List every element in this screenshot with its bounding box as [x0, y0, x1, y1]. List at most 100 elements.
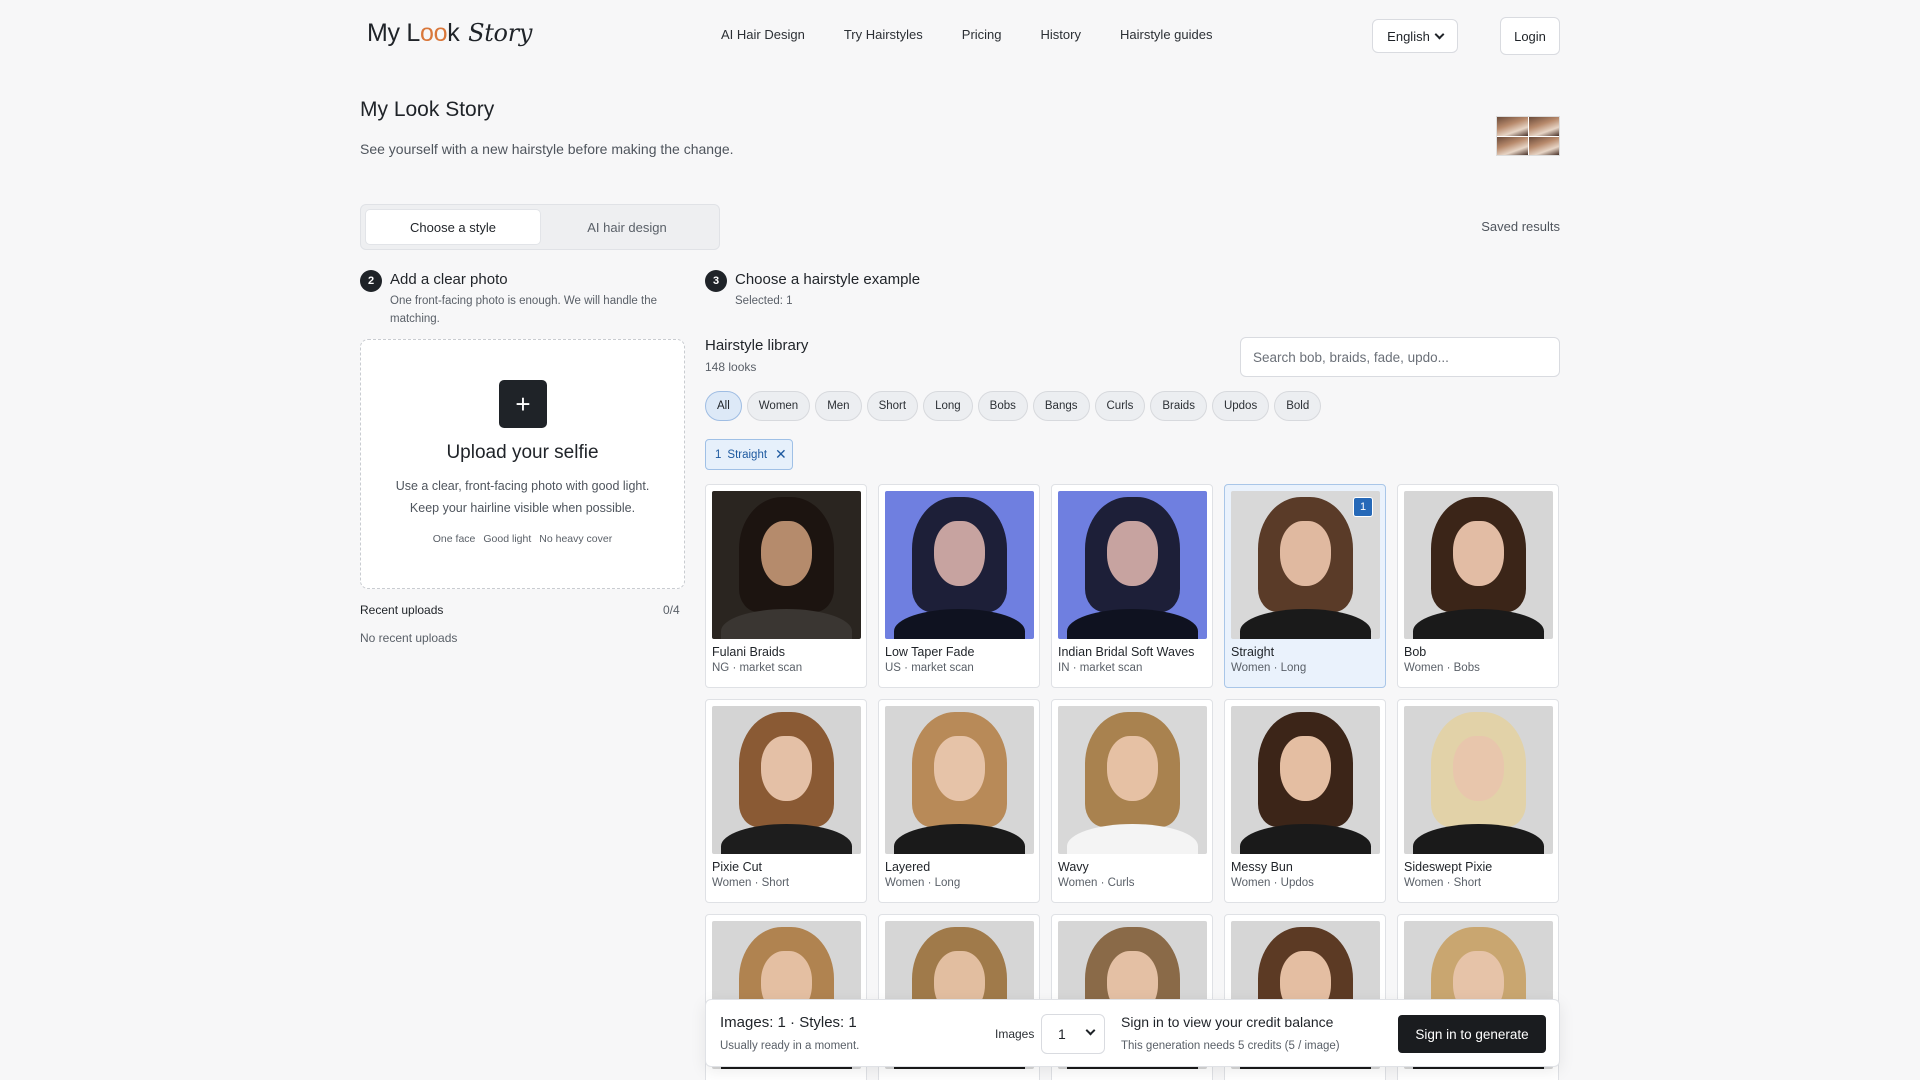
tab-ai-hair-design[interactable]: AI hair design: [540, 210, 714, 244]
hairstyle-meta: Women · Updos: [1231, 877, 1314, 889]
tab-choose-style[interactable]: Choose a style: [366, 210, 540, 244]
hairstyle-card[interactable]: Pixie Cut Women · Short: [705, 699, 867, 903]
hairstyle-card[interactable]: Bob Women · Bobs: [1397, 484, 1559, 688]
hairstyle-name: Fulani Braids: [712, 645, 785, 659]
search-input[interactable]: [1240, 337, 1560, 377]
credit-cost-info: This generation needs 5 credits (5 / ima…: [1121, 1040, 1340, 1052]
step-number-badge: 3: [705, 270, 727, 292]
step-number-badge: 2: [360, 270, 382, 292]
hairstyle-meta: Women · Curls: [1058, 877, 1135, 889]
hairstyle-name: Straight: [1231, 645, 1275, 659]
recent-uploads-count: 0/4: [663, 603, 680, 617]
filter-chip-updos[interactable]: Updos: [1211, 391, 1270, 421]
hairstyle-photo: [1058, 706, 1207, 854]
hairstyle-name: Pixie Cut: [712, 860, 763, 874]
hairstyle-photo: [712, 706, 861, 854]
hairstyle-photo: [712, 491, 861, 639]
step-description: One front-facing photo is enough. We wil…: [390, 295, 658, 325]
hairstyle-meta: Women · Bobs: [1404, 662, 1480, 674]
mode-tabs: Choose a style AI hair design: [360, 204, 720, 250]
filter-chip-long[interactable]: Long: [923, 391, 973, 421]
filter-chip-curls[interactable]: Curls: [1094, 391, 1146, 421]
hairstyle-meta: Women · Short: [1404, 877, 1482, 889]
filter-chip-women[interactable]: Women: [746, 391, 811, 421]
credit-balance-title: Sign in to view your credit balance: [1121, 1014, 1334, 1030]
images-label: Images: [995, 1027, 1035, 1041]
top-nav: My Look Story AI Hair Design Try Hairsty…: [360, 0, 1560, 72]
hairstyle-card[interactable]: Layered Women · Long: [878, 699, 1040, 903]
hairstyle-photo: [1058, 491, 1207, 639]
selected-pill-label: Straight: [727, 448, 768, 461]
hairstyle-photo: [885, 491, 1034, 639]
nav-link-history[interactable]: History: [1041, 27, 1081, 42]
nav-links: AI Hair Design Try Hairstyles Pricing Hi…: [721, 27, 1251, 42]
filter-chip-short[interactable]: Short: [866, 391, 919, 421]
images-count-select[interactable]: 1: [1041, 1014, 1105, 1054]
upload-dropzone[interactable]: + Upload your selfie Use a clear, front-…: [360, 339, 685, 589]
upload-tips: One face Good light No heavy cover: [361, 533, 684, 545]
chevron-down-icon: [1434, 29, 1445, 39]
filter-chip-braids[interactable]: Braids: [1150, 391, 1207, 421]
hairstyle-photo: [1404, 491, 1553, 639]
sign-in-to-generate-button[interactable]: Sign in to generate: [1398, 1015, 1546, 1053]
hairstyle-card[interactable]: Messy Bun Women · Updos: [1224, 699, 1386, 903]
filter-chip-bangs[interactable]: Bangs: [1032, 391, 1090, 421]
language-select[interactable]: English: [1372, 19, 1458, 53]
hairstyle-meta: Women · Long: [1231, 662, 1307, 674]
upload-title: Upload your selfie: [446, 442, 599, 463]
filter-chip-bold[interactable]: Bold: [1274, 391, 1322, 421]
nav-link-pricing[interactable]: Pricing: [962, 27, 1002, 42]
library-count: 148 looks: [705, 360, 757, 374]
hairstyle-name: Layered: [885, 860, 931, 874]
step-title: Choose a hairstyle example: [735, 271, 921, 288]
chevron-down-icon: [1085, 1025, 1096, 1036]
plus-icon[interactable]: +: [499, 380, 547, 428]
hairstyle-card[interactable]: Fulani Braids NG · market scan: [705, 484, 867, 688]
login-button[interactable]: Login: [1500, 17, 1560, 55]
close-icon[interactable]: ✕: [775, 446, 787, 463]
filter-chips: All Women Men Short Long Bobs Bangs Curls Braids…: [705, 391, 1322, 421]
generate-summary: Images: 1 · Styles: 1: [720, 1014, 857, 1031]
images-count-value: 1: [1058, 1026, 1066, 1042]
hairstyle-card[interactable]: Indian Bridal Soft Waves IN · market scan: [1051, 484, 1213, 688]
selected-count: Selected: 1: [735, 295, 793, 307]
language-label: English: [1387, 28, 1430, 44]
hairstyle-name: Bob: [1404, 645, 1427, 659]
upload-tip: One face: [432, 533, 476, 545]
generate-bar: Images: 1 · Styles: 1 Usually ready in a…: [705, 999, 1560, 1067]
hairstyle-name: Low Taper Fade: [885, 645, 975, 659]
generate-eta: Usually ready in a moment.: [720, 1040, 860, 1052]
hairstyle-name: Wavy: [1058, 860, 1089, 874]
hairstyle-card[interactable]: Wavy Women · Curls: [1051, 699, 1213, 903]
recent-uploads-empty: No recent uploads: [360, 631, 458, 645]
nav-link-try-hairstyles[interactable]: Try Hairstyles: [844, 27, 923, 42]
nav-link-ai-hair-design[interactable]: AI Hair Design: [721, 27, 805, 42]
page-subtitle: See yourself with a new hairstyle before…: [360, 141, 734, 157]
upload-description: Use a clear, front-facing photo with goo…: [395, 479, 650, 515]
hairstyle-name: Indian Bridal Soft Waves: [1058, 645, 1195, 659]
hairstyle-photo: [885, 706, 1034, 854]
nav-link-hairstyle-guides[interactable]: Hairstyle guides: [1120, 27, 1213, 42]
selected-order-badge: 1: [1353, 497, 1373, 517]
step-title: Add a clear photo: [390, 271, 508, 288]
hairstyle-meta: Women · Short: [712, 877, 790, 889]
hairstyle-card[interactable]: Sideswept Pixie Women · Short: [1397, 699, 1559, 903]
upload-tip: No heavy cover: [539, 533, 613, 545]
hairstyle-name: Sideswept Pixie: [1404, 860, 1493, 874]
filter-chip-all[interactable]: All: [705, 391, 742, 421]
hairstyle-photo: [1404, 706, 1553, 854]
hairstyle-card[interactable]: 1 Straight Women · Long: [1224, 484, 1386, 688]
hairstyle-meta: Women · Long: [885, 877, 961, 889]
logo[interactable]: My Look Story: [367, 19, 532, 48]
hairstyle-card[interactable]: Low Taper Fade US · market scan: [878, 484, 1040, 688]
filter-chip-bobs[interactable]: Bobs: [977, 391, 1028, 421]
library-title: Hairstyle library: [705, 337, 809, 354]
filter-chip-men[interactable]: Men: [815, 391, 862, 421]
hairstyle-meta: US · market scan: [885, 662, 974, 674]
selected-pill-number: 1: [715, 448, 722, 461]
selected-style-pill[interactable]: 1 Straight ✕: [705, 439, 793, 470]
saved-results-link[interactable]: Saved results: [1481, 219, 1560, 234]
recent-uploads-label: Recent uploads: [360, 603, 444, 617]
hairstyle-meta: NG · market scan: [712, 662, 803, 674]
page-title: My Look Story: [360, 98, 495, 121]
